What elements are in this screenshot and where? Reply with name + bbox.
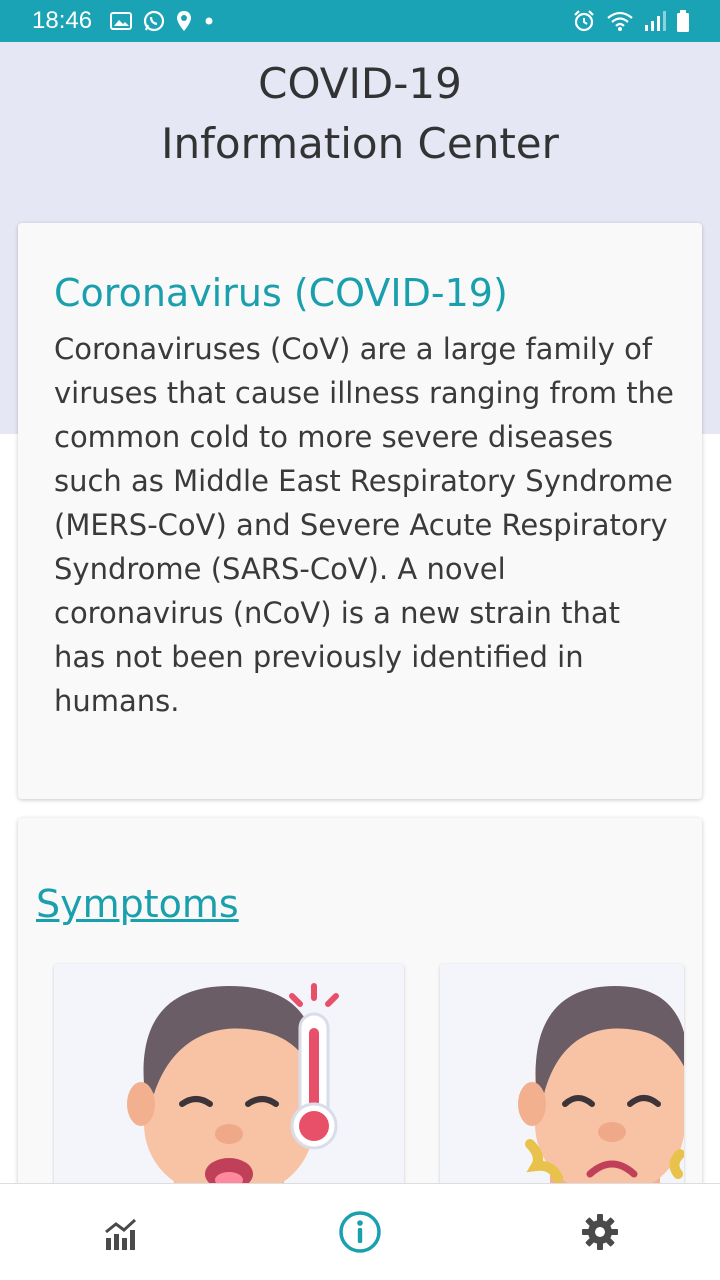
info-heading: Coronavirus (COVID-19) (54, 271, 508, 315)
settings-icon[interactable] (578, 1210, 622, 1254)
dot-icon (202, 14, 216, 28)
page-title: COVID-19 Information Center (0, 54, 720, 174)
page-title-line2: Information Center (161, 119, 559, 168)
location-icon (176, 10, 192, 32)
bottom-nav (0, 1183, 720, 1280)
battery-icon (676, 9, 690, 33)
whatsapp-icon (142, 9, 166, 33)
alarm-icon (572, 9, 596, 33)
wifi-icon (606, 10, 634, 32)
image-icon (110, 11, 133, 31)
info-body: Coronaviruses (CoV) are a large family o… (54, 332, 674, 718)
symptoms-card: Symptoms (18, 818, 702, 1238)
stats-icon[interactable] (98, 1210, 142, 1254)
status-bar: 18:46 (0, 0, 720, 42)
status-right (572, 9, 690, 33)
info-icon[interactable] (338, 1210, 382, 1254)
status-left: 18:46 (32, 7, 216, 35)
info-card: Coronavirus (COVID-19) Coronaviruses (Co… (18, 223, 702, 799)
page-title-line1: COVID-19 (258, 59, 462, 108)
status-time: 18:46 (32, 7, 93, 34)
symptoms-link[interactable]: Symptoms (36, 876, 239, 932)
signal-icon (644, 10, 666, 32)
